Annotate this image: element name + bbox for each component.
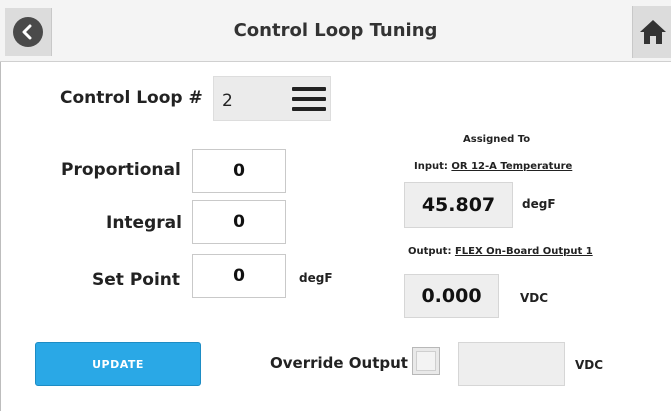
input-prefix: Input: (414, 161, 448, 172)
override-output-checkbox[interactable] (412, 347, 440, 375)
control-loop-select[interactable]: 2 (213, 76, 331, 121)
output-unit: VDC (520, 291, 549, 305)
setpoint-input[interactable]: 0 (192, 254, 286, 298)
integral-input[interactable]: 0 (192, 200, 286, 244)
home-icon (639, 20, 666, 44)
override-output-label: Override Output (270, 354, 408, 372)
input-value-display: 45.807 (404, 182, 513, 228)
proportional-input[interactable]: 0 (192, 149, 286, 193)
home-button[interactable] (632, 6, 671, 58)
override-value-input[interactable] (458, 342, 565, 386)
output-value-display: 0.000 (404, 274, 499, 318)
output-target-link[interactable]: FLEX On-Board Output 1 (455, 246, 593, 257)
override-unit: VDC (575, 358, 604, 372)
output-assignment: Output: FLEX On-Board Output 1 (408, 246, 593, 257)
integral-label: Integral (106, 213, 182, 233)
proportional-label: Proportional (61, 160, 181, 180)
control-loop-value: 2 (222, 91, 233, 111)
control-loop-label: Control Loop # (60, 88, 203, 108)
input-assignment: Input: OR 12-A Temperature (414, 161, 572, 172)
setpoint-unit: degF (299, 271, 333, 285)
header-bar: Control Loop Tuning (0, 0, 671, 62)
assigned-heading: Assigned To (463, 134, 531, 145)
setpoint-label: Set Point (92, 270, 181, 290)
hamburger-menu-icon[interactable] (292, 85, 326, 113)
input-unit: degF (522, 197, 556, 211)
input-source-link[interactable]: OR 12-A Temperature (451, 161, 572, 172)
page-title: Control Loop Tuning (233, 20, 438, 41)
update-button[interactable]: UPDATE (35, 342, 201, 386)
output-prefix: Output: (408, 246, 452, 257)
